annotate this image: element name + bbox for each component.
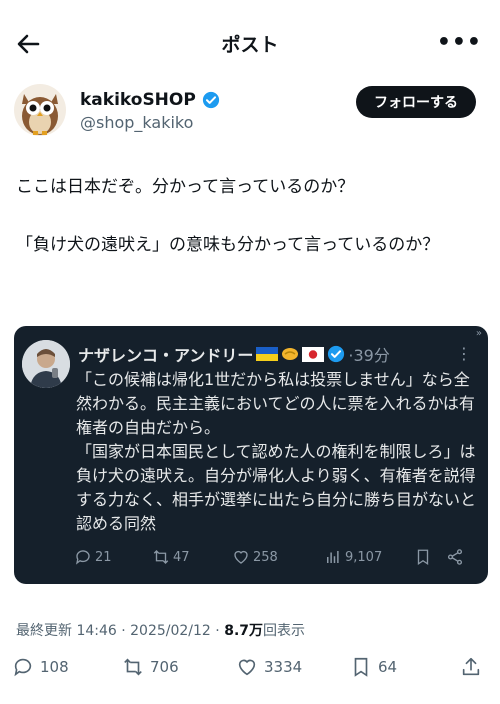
top-bar: ポスト ••• [0,0,500,88]
ukraine-flag-icon [256,347,279,361]
like-button[interactable]: 3334 [236,656,302,678]
quoted-views-count: 9,107 [345,549,383,565]
bookmark-icon [417,549,429,566]
updated-timestamp: 最終更新 14:46 · 2025/02/12 · [16,623,225,639]
follow-button[interactable]: フォローする [356,86,476,118]
owl-avatar-icon [14,84,66,136]
author-avatar[interactable] [14,84,66,136]
quoted-verified-badge-icon [328,345,345,363]
quoted-repost: 47 [152,548,232,566]
reply-icon [14,658,32,677]
quoted-paragraph: 「この候補は帰化1世だから私は投票しません」なら全然わかる。民主主義においてどの… [76,370,475,437]
person-avatar-icon [22,340,70,388]
view-label: 回表示 [263,623,306,639]
post-meta: 最終更新 14:46 · 2025/02/12 · 8.7万回表示 [16,620,305,640]
share-icon [447,549,463,565]
quoted-post-card[interactable]: » ナザレンコ・アンドリー ·39分 ⋮ 「この候補は帰化1世だから私は投票しま… [14,326,488,584]
quoted-like: 258 [232,548,324,566]
quoted-like-count: 258 [253,549,278,565]
repost-icon [153,550,169,564]
bookmark-button[interactable]: 64 [350,656,397,678]
quoted-action-bar: 21 47 258 9,107 [74,548,474,566]
quoted-reply: 21 [74,548,152,566]
author-name-text[interactable]: kakikoSHOP [80,90,196,110]
repost-icon [124,658,142,676]
quoted-post-time: ·39分 [348,346,390,365]
verified-badge-icon [202,91,219,109]
views-chart-icon [327,551,339,563]
post-paragraph: ここは日本だぞ。分かって言っているのか？ [16,177,355,197]
quoted-time-text: 39分 [353,346,390,365]
repost-count: 706 [150,658,179,676]
post-paragraph: 「負け犬の遠吠え」の意味も分かって言っているのか？ [16,235,440,255]
author-name[interactable]: kakikoSHOP [80,90,220,110]
more-options-icon[interactable]: ••• [437,30,482,55]
view-count: 8.7万 [224,623,264,639]
reply-icon [75,550,90,565]
handshake-icon [282,348,299,360]
quoted-author-line: ナザレンコ・アンドリー ·39分 [78,342,390,366]
heart-icon [238,659,256,676]
bookmark-icon [354,657,368,677]
action-bar: 108 706 3334 64 [12,656,492,684]
heart-icon [234,550,248,564]
quoted-post-text: 「この候補は帰化1世だから私は投票しません」なら全然わかる。民主主義においてどの… [76,368,480,536]
bookmark-count: 64 [378,658,398,676]
quoted-reply-count: 21 [95,549,112,565]
quoted-more-icon: ⋮ [456,344,472,363]
reply-button[interactable]: 108 [12,656,69,678]
quoted-share [446,548,464,566]
reply-count: 108 [40,658,69,676]
page-title: ポスト [221,34,279,56]
post-text: ここは日本だぞ。分かって言っているのか？ 「負け犬の遠吠え」の意味も分かって言っ… [16,172,486,260]
expand-icon: » [475,328,482,339]
author-handle[interactable]: @shop_kakiko [80,113,193,132]
repost-button[interactable]: 706 [122,656,179,678]
share-upload-icon [462,657,480,676]
quoted-author-name: ナザレンコ・アンドリー [78,346,254,365]
japan-flag-icon [302,346,325,362]
quoted-author-avatar [22,340,70,388]
quoted-views: 9,107 [324,548,414,566]
quoted-repost-count: 47 [173,549,190,565]
quoted-paragraph: 「国家が日本国民として認めた人の権利を制限しろ」は負け犬の遠吠え。自分が帰化人よ… [76,442,477,533]
share-button[interactable] [460,656,482,678]
like-count: 3334 [264,658,303,676]
quoted-bookmark [414,548,446,566]
